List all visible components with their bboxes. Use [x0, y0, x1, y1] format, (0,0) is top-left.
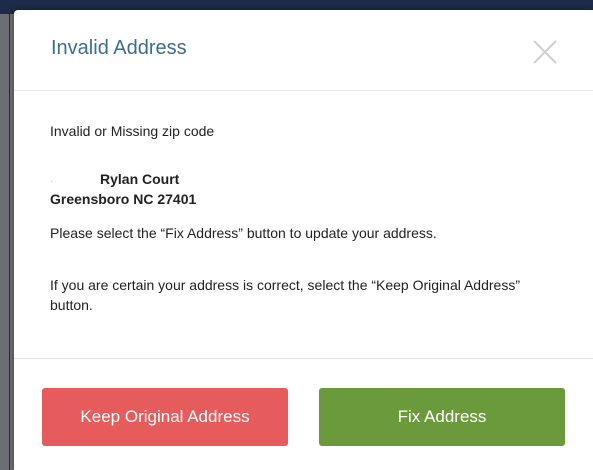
- fix-instruction-message: Please select the “Fix Address” button t…: [50, 225, 437, 241]
- address-number: ·: [50, 176, 54, 187]
- keep-original-address-button[interactable]: Keep Original Address: [42, 388, 288, 446]
- close-icon: [533, 40, 557, 64]
- dialog-footer: Keep Original Address Fix Address: [14, 358, 593, 470]
- keep-instruction-message: If you are certain your address is corre…: [50, 277, 520, 313]
- invalid-zip-message: Invalid or Missing zip code: [50, 123, 215, 139]
- address-city-line: Greensboro NC 27401: [50, 191, 197, 207]
- fix-address-button[interactable]: Fix Address: [319, 388, 565, 446]
- invalid-address-dialog: Invalid Address Invalid or Missing zip c…: [14, 10, 593, 470]
- dialog-header: Invalid Address: [14, 10, 593, 91]
- address-street: Rylan Court: [100, 171, 180, 187]
- page-backdrop-divider: [9, 14, 10, 470]
- close-button[interactable]: [530, 37, 560, 67]
- page-backdrop: [0, 14, 14, 470]
- address-street-line: · Rylan Court: [50, 171, 179, 187]
- dialog-title: Invalid Address: [51, 37, 187, 59]
